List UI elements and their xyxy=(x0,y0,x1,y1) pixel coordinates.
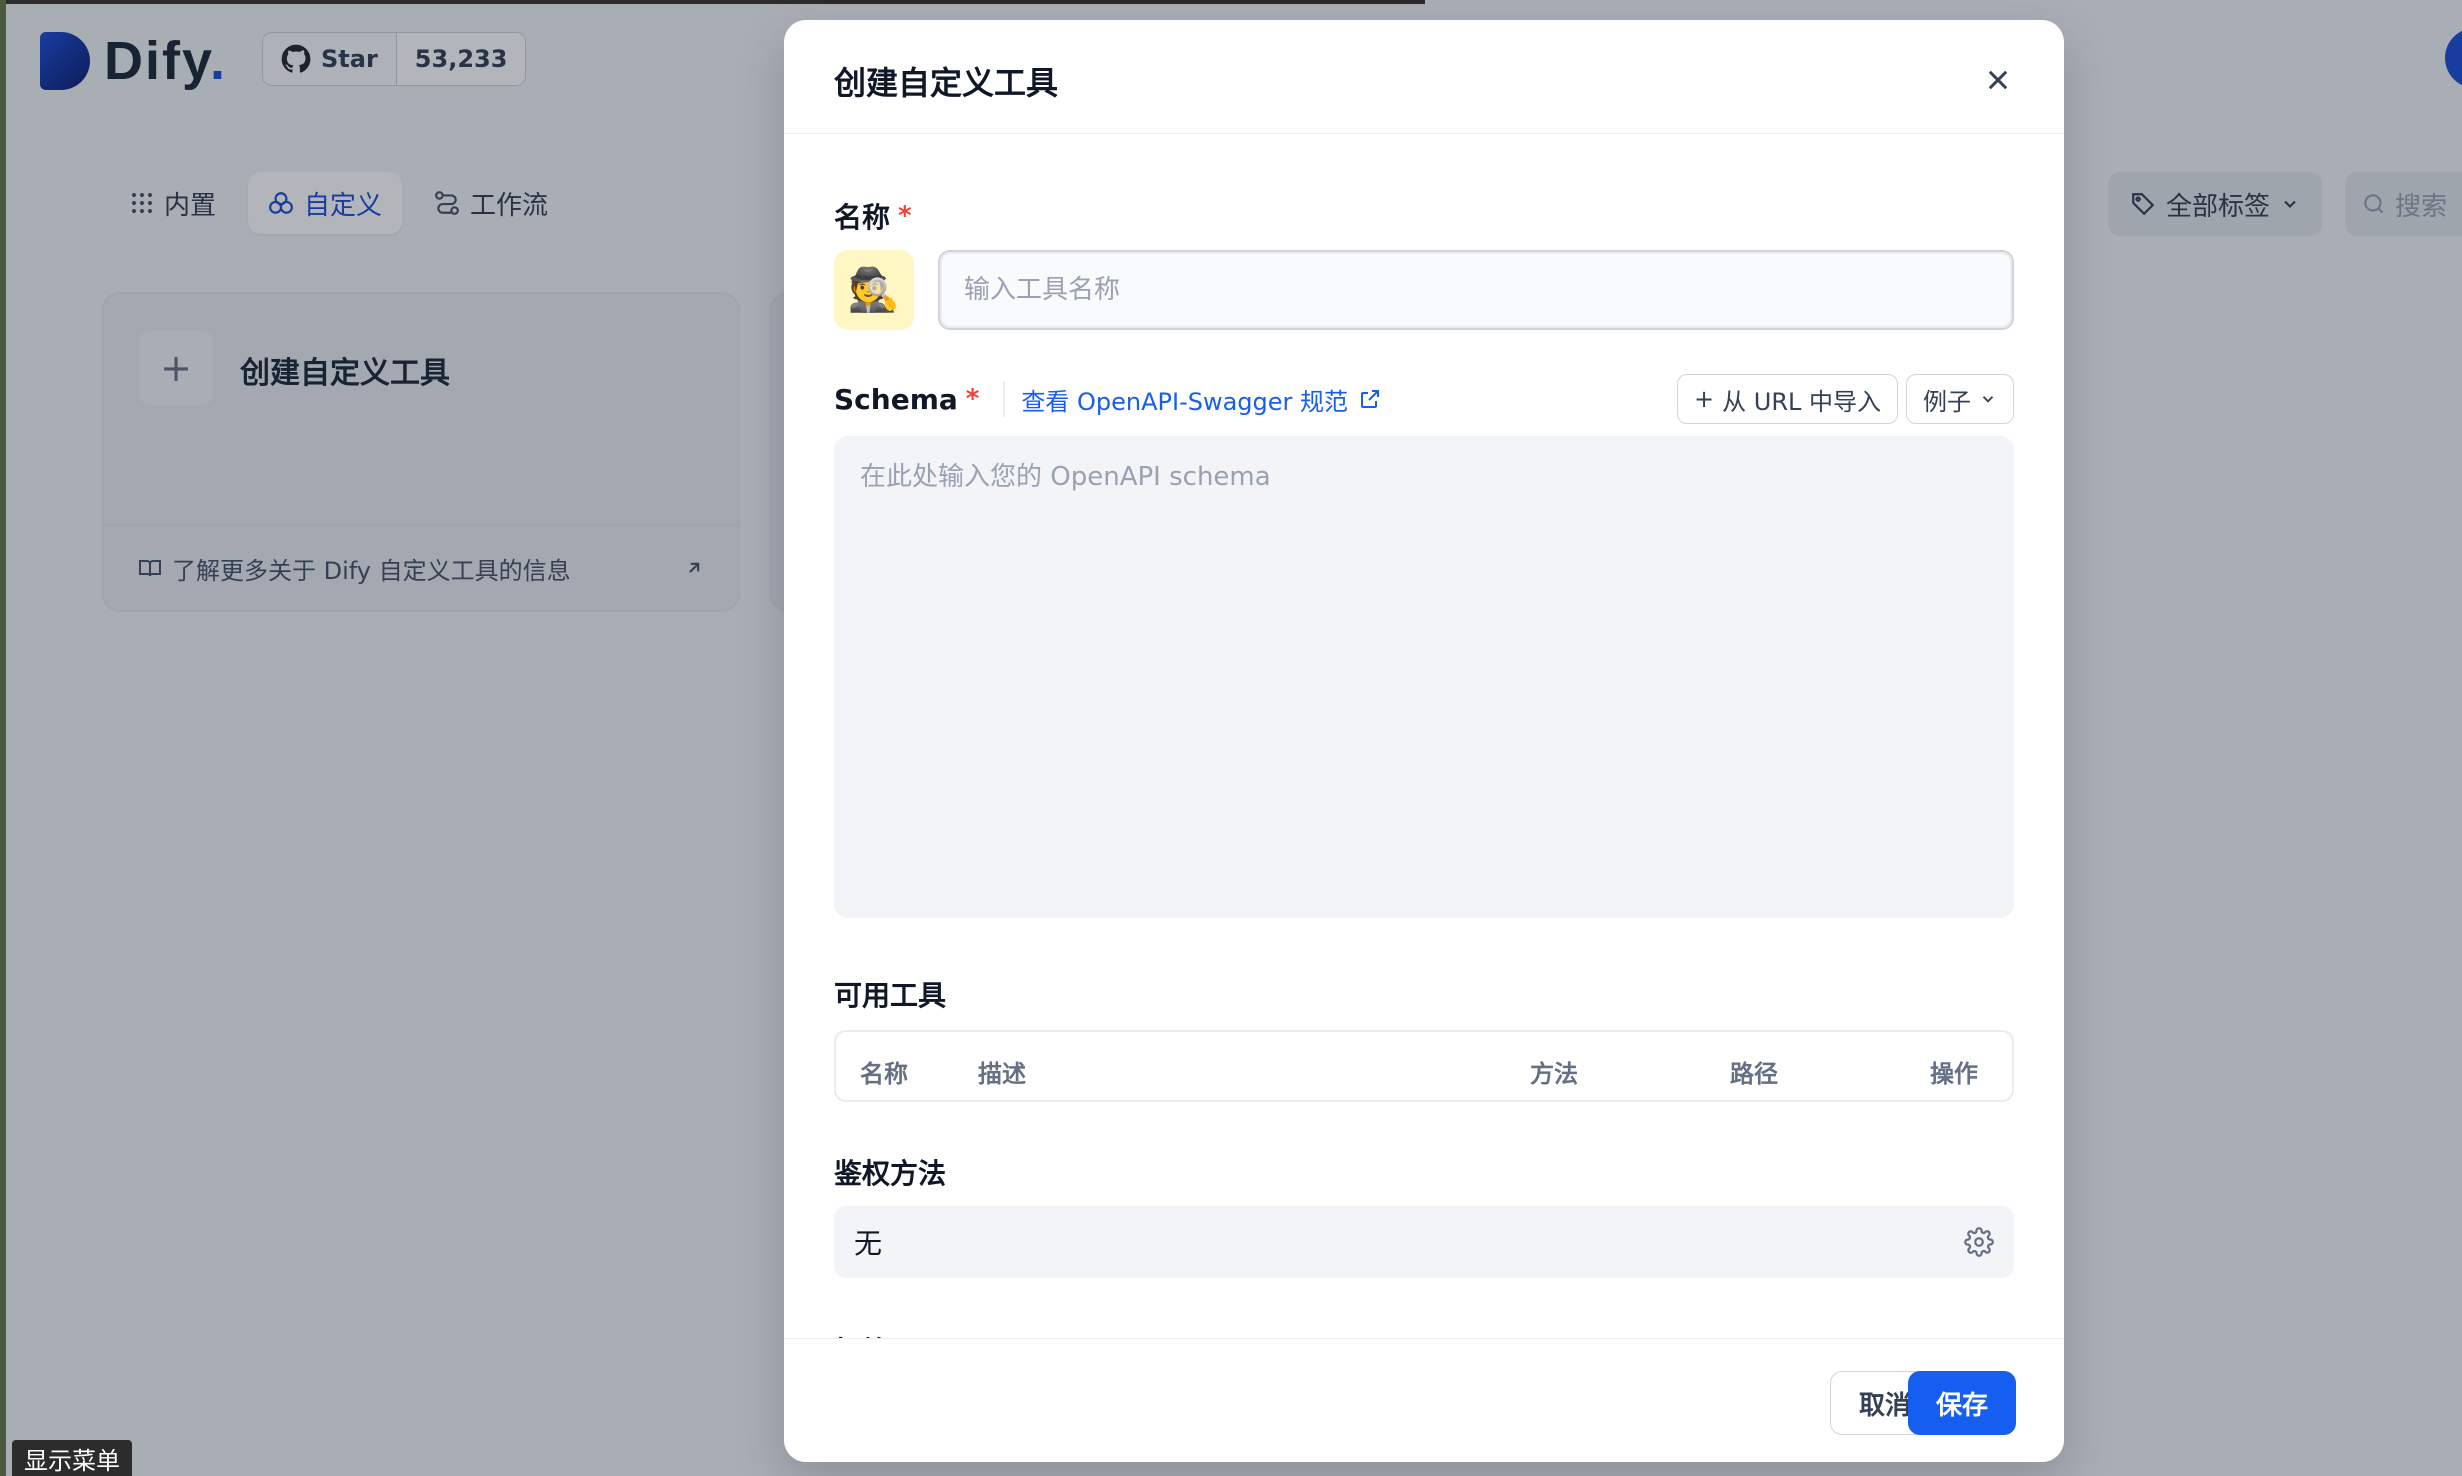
modal-body[interactable]: 名称 * 🕵️ Schema * 查看 OpenAPI-Swagger 规范 +… xyxy=(834,134,2014,1358)
table-header-actions: 操作 xyxy=(1930,1060,1978,1088)
window-edge xyxy=(0,0,1425,4)
save-button[interactable]: 保存 xyxy=(1908,1371,2016,1435)
create-custom-tool-modal: 创建自定义工具 名称 * 🕵️ Schema * 查看 OpenAPI-Swag… xyxy=(784,20,2064,1462)
modal-header: 创建自定义工具 xyxy=(784,20,2064,134)
schema-label: Schema * xyxy=(834,382,980,416)
gear-icon[interactable] xyxy=(1964,1227,1994,1257)
table-header-description: 描述 xyxy=(978,1060,1026,1088)
examples-dropdown[interactable]: 例子 xyxy=(1906,374,2014,424)
external-link-icon xyxy=(1361,390,1380,408)
tool-emoji-picker[interactable]: 🕵️ xyxy=(834,250,914,330)
import-from-url-button[interactable]: + 从 URL 中导入 xyxy=(1677,374,1898,424)
required-mark: * xyxy=(898,201,912,231)
import-from-url-label: 从 URL 中导入 xyxy=(1722,387,1881,416)
modal-title: 创建自定义工具 xyxy=(834,64,1059,102)
close-icon[interactable] xyxy=(1984,66,2012,94)
required-mark: * xyxy=(965,384,980,414)
openapi-spec-link-label: 查看 OpenAPI-Swagger 规范 xyxy=(1021,387,1349,416)
table-header-path: 路径 xyxy=(1730,1060,1778,1088)
openapi-spec-link[interactable]: 查看 OpenAPI-Swagger 规范 xyxy=(1003,381,1382,417)
available-tools-label: 可用工具 xyxy=(834,979,947,1012)
chevron-down-icon xyxy=(1982,396,1994,403)
show-menu-hint[interactable]: 显示菜单 xyxy=(12,1440,132,1476)
available-tools-table: 名称 描述 方法 路径 操作 xyxy=(834,1030,2014,1102)
name-label: 名称 * xyxy=(834,201,912,234)
table-header-method: 方法 xyxy=(1530,1060,1578,1088)
schema-header: Schema * 查看 OpenAPI-Swagger 规范 + 从 URL 中… xyxy=(834,374,2014,424)
modal-footer: 取消 保存 xyxy=(784,1338,2064,1462)
tool-name-input[interactable] xyxy=(938,250,2014,330)
auth-method-field[interactable]: 无 xyxy=(834,1206,2014,1278)
schema-textarea[interactable] xyxy=(834,436,2014,918)
table-header-name: 名称 xyxy=(860,1060,908,1088)
auth-method-label: 鉴权方法 xyxy=(834,1157,947,1190)
examples-label: 例子 xyxy=(1923,387,1971,416)
auth-method-value: 无 xyxy=(854,1227,883,1260)
window-edge-left xyxy=(0,0,6,1476)
plus-icon: + xyxy=(1694,385,1715,413)
